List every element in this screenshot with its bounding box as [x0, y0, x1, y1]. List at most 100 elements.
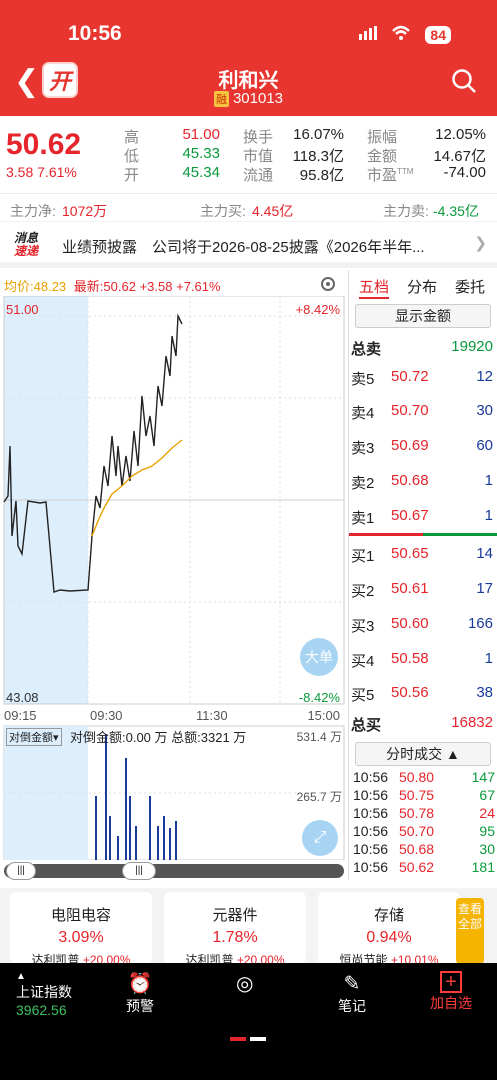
vol-mid: 265.7 万: [296, 790, 342, 804]
amount-key: 金额: [367, 148, 398, 165]
app-header: 10:56 84 ❮ 开 利和兴 融 301013: [0, 0, 497, 116]
avg-val: 48.23: [33, 279, 67, 294]
nav-note-label: 笔记: [338, 998, 366, 1014]
nav-note[interactable]: ✎ 笔记: [338, 971, 366, 1016]
ask-row[interactable]: 卖1 50.67 1: [351, 507, 497, 527]
nav-alert-label: 预警: [126, 998, 154, 1014]
turnover-val: 16.07%: [293, 126, 344, 143]
news-tag: 业绩预披露: [62, 239, 138, 256]
pe-label: 市盈: [367, 167, 398, 184]
nav-add-label: 加自选: [430, 995, 472, 1011]
ask-row[interactable]: 卖3 50.69 60: [351, 437, 497, 457]
expand-icon[interactable]: ⤢: [302, 820, 338, 856]
ask-row[interactable]: 卖4 50.70 30: [351, 402, 497, 422]
latest-val: 50.62: [103, 279, 136, 294]
sell-key: 主力卖:: [383, 203, 429, 219]
time-slider[interactable]: ||| |||: [0, 860, 348, 882]
time-1130: 11:30: [196, 708, 228, 723]
net-val: 1072万: [62, 203, 108, 219]
net-key: 主力净:: [10, 203, 56, 219]
order-book-panel: 五档 分布 委托 显示金额 总卖 19920 卖5 50.72 12 卖4 50.70…: [348, 270, 497, 880]
plus-icon: +: [440, 971, 462, 993]
bottom-price: 43.08: [6, 690, 39, 705]
news-ticker[interactable]: 消息 速递 业绩预披露 公司将于2026-08-25披露《2026年半年... ❯: [0, 222, 497, 268]
tab-five-levels[interactable]: 五档: [359, 276, 390, 299]
nav-target[interactable]: ◎: [236, 971, 253, 996]
tab-entrust[interactable]: 委托: [455, 276, 485, 297]
latest-chg: +3.58: [139, 279, 173, 294]
float-val: 95.8亿: [299, 167, 344, 184]
slider-handle-right[interactable]: |||: [122, 862, 156, 880]
nav-alert[interactable]: ⏰ 预警: [126, 971, 154, 1016]
sector-card[interactable]: 元器件 1.78% 达利凯普 +20.00%: [164, 892, 306, 967]
turnover-key: 换手: [243, 129, 274, 146]
status-icons: [359, 25, 411, 41]
buy-key: 主力买:: [200, 203, 246, 219]
news-logo-bottom: 速递: [14, 244, 39, 258]
indicator-select[interactable]: 对倒金额▾: [6, 728, 62, 746]
buy-val: 4.45亿: [252, 203, 294, 219]
margin-badge: 融: [213, 91, 229, 107]
amount-val: 14.67亿: [433, 148, 486, 165]
index-name: 上证指数: [16, 984, 72, 1000]
avg-key: 均价:: [4, 279, 34, 294]
latest-pct: +7.61%: [176, 279, 221, 294]
divider-green: [423, 533, 497, 536]
bid-row[interactable]: 买5 50.56 38: [351, 684, 497, 704]
sector-card[interactable]: 存储 0.94% 恒尚节能 +10.01%: [318, 892, 460, 967]
wifi-icon: [392, 25, 410, 40]
pe-key: 市盈TTM: [367, 164, 413, 185]
low-val: 45.33: [182, 145, 220, 162]
divider-red: [349, 533, 423, 536]
quote-panel: 50.62 3.58 7.61% 高 51.00 低 45.33 开 45.34…: [0, 116, 497, 194]
change-pct: 7.61%: [37, 164, 77, 180]
mcap-val: 118.3亿: [292, 148, 344, 165]
chart-legend: 均价:48.23 最新:50.62 +3.58 +7.61%: [4, 276, 221, 295]
gear-icon[interactable]: [318, 274, 338, 294]
tab-distribution[interactable]: 分布: [407, 276, 437, 297]
latest-key: 最新:: [73, 279, 104, 294]
pe-val: -74.00: [443, 164, 486, 181]
ask-row[interactable]: 卖2 50.68 1: [351, 472, 497, 492]
edit-icon: ✎: [343, 973, 361, 995]
last-price: 50.62: [6, 128, 82, 161]
volume-bars: [95, 734, 177, 860]
intraday-chart[interactable]: 均价:48.23 最新:50.62 +3.58 +7.61% 51.00 +8.…: [0, 270, 348, 860]
open-val: 45.34: [182, 164, 220, 181]
news-logo: 消息 速递: [14, 232, 46, 260]
sector-cards: 电阻电容 3.09% 达利凯普 +20.00% 元器件 1.78% 达利凯普 +20.0…: [0, 888, 497, 967]
index-ticker[interactable]: ▲ 上证指数 3962.56: [16, 971, 72, 1018]
stock-name: 利和兴: [218, 70, 279, 92]
mcap-key: 市值: [243, 148, 274, 165]
slider-handle-left[interactable]: |||: [6, 862, 36, 880]
sell-val: -4.35亿: [433, 203, 479, 219]
price-change: 3.58 7.61%: [6, 164, 77, 180]
main-force-bar[interactable]: 主力净: 1072万 主力买: 4.45亿 主力卖: -4.35亿: [0, 194, 497, 222]
vol-max: 531.4 万: [296, 730, 342, 744]
target-icon: ◎: [236, 973, 254, 995]
big-order-button[interactable]: 大单: [300, 638, 338, 676]
amp-val: 12.05%: [435, 126, 486, 143]
low-key: 低: [124, 148, 140, 165]
view-all-button[interactable]: 查看全部: [456, 898, 484, 964]
volume-info: 对倒金额:0.00 万 总额:3321 万: [70, 730, 247, 745]
page-dot: [250, 1037, 266, 1041]
ask-row[interactable]: 卖5 50.72 12: [351, 368, 497, 388]
index-value: 3962.56: [16, 1002, 67, 1018]
chart-svg: [3, 296, 345, 860]
status-time: 10:56: [68, 22, 122, 45]
search-icon[interactable]: [451, 68, 477, 94]
bid-row[interactable]: 买2 50.61 17: [351, 580, 497, 600]
time-0930: 09:30: [90, 708, 123, 723]
top-pct: +8.42%: [295, 302, 340, 317]
sector-card[interactable]: 电阻电容 3.09% 达利凯普 +20.00%: [10, 892, 152, 967]
total-sell-key: 总卖: [351, 341, 382, 358]
trades-button[interactable]: 分时成交 ▲: [355, 742, 491, 766]
open-key: 开: [124, 167, 140, 184]
page-dot-active: [230, 1037, 246, 1041]
show-amount-button[interactable]: 显示金额: [355, 304, 491, 328]
bid-row[interactable]: 买4 50.58 1: [351, 650, 497, 670]
bid-row[interactable]: 买3 50.60 166: [351, 615, 497, 635]
bid-row[interactable]: 买1 50.65 14: [351, 545, 497, 565]
nav-add[interactable]: + 加自选: [430, 971, 472, 1013]
